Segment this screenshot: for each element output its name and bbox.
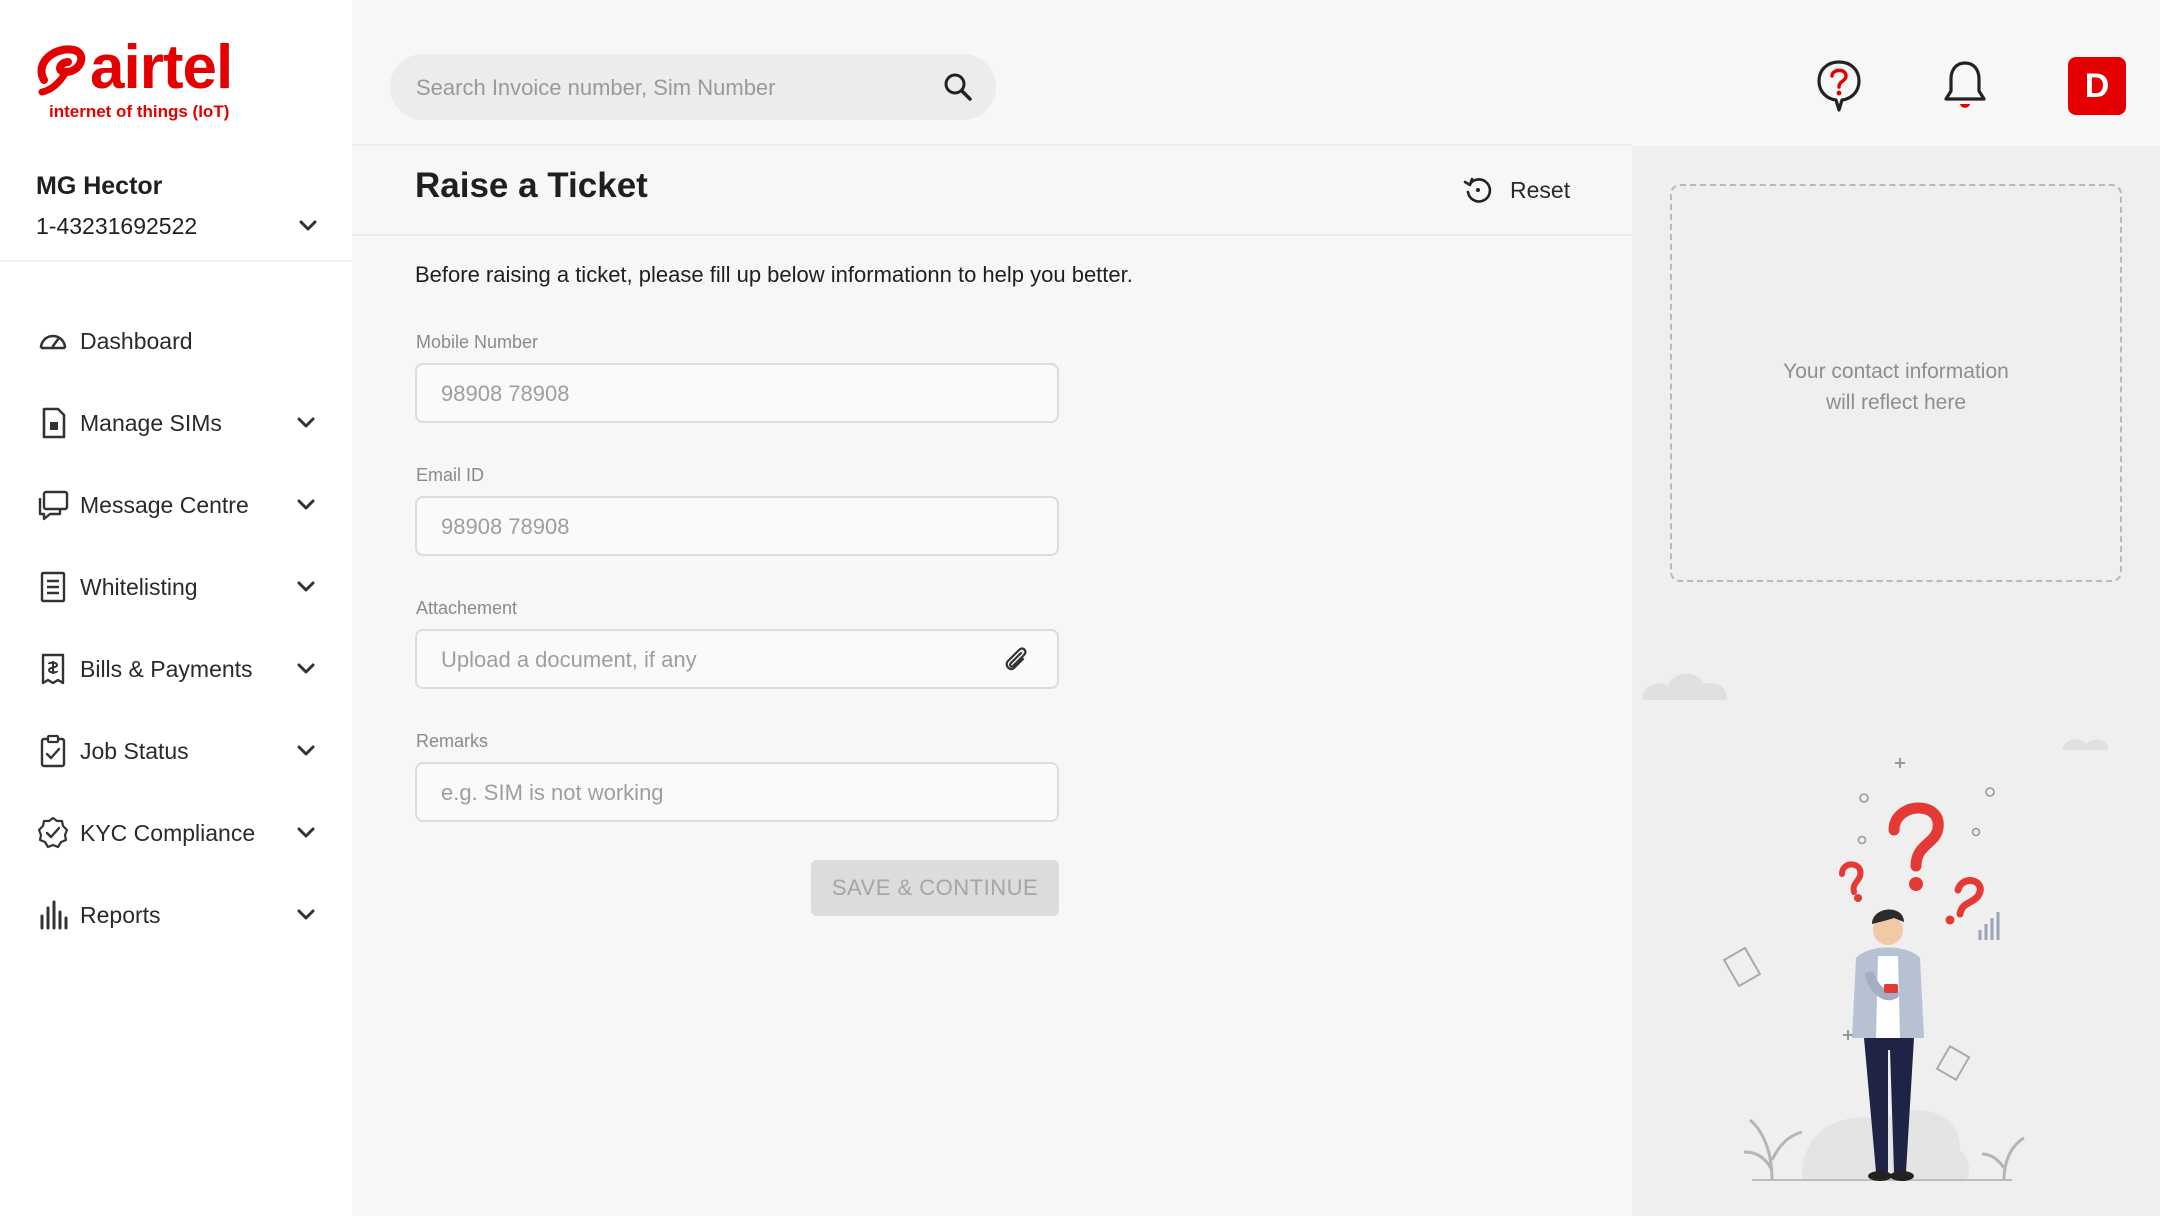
chevron-down-icon[interactable] (294, 903, 318, 927)
sidebar-item-manage-sims[interactable]: Manage SIMs (36, 382, 320, 464)
chevron-down-icon[interactable] (294, 739, 318, 763)
mobile-number-label: Mobile Number (416, 332, 539, 352)
mobile-number-input[interactable] (439, 365, 1003, 423)
message-icon (38, 490, 69, 521)
remarks-input[interactable] (439, 764, 1003, 822)
contact-info-placeholder: Your contact information will reflect he… (1670, 184, 2122, 582)
title-divider (352, 234, 1632, 236)
sidebar-item-whitelisting[interactable]: Whitelisting (36, 546, 320, 628)
clipboard-icon (40, 734, 66, 768)
remarks-field[interactable] (415, 762, 1059, 822)
sidebar-item-label: Dashboard (80, 327, 193, 354)
bill-icon (41, 653, 65, 685)
header-divider (352, 144, 1632, 146)
confused-person-illustration (1642, 673, 2109, 1181)
sidebar-item-label: KYC Compliance (80, 819, 256, 846)
sidebar-item-label: Message Centre (80, 491, 249, 518)
avatar[interactable]: D (2068, 57, 2126, 115)
reset-icon (1463, 177, 1492, 203)
sidebar-item-label: Reports (80, 901, 161, 928)
sidebar-item-label: Job Status (80, 737, 189, 764)
save-continue-button[interactable]: SAVE & CONTINUE (811, 860, 1059, 916)
sidebar-nav: Dashboard Manage SIMs Message Centre Whi… (36, 300, 320, 956)
sidebar-item-job-status[interactable]: Job Status (36, 710, 320, 792)
attachment-field[interactable] (415, 629, 1059, 689)
account-id: 1-43231692522 (36, 213, 198, 239)
contact-info-line2: will reflect here (1825, 391, 1967, 414)
help-icon[interactable] (1814, 58, 1864, 114)
sidebar-divider (0, 260, 352, 262)
contact-info-line1: Your contact information (1783, 360, 2009, 383)
sidebar-item-label: Manage SIMs (80, 409, 222, 436)
chevron-down-icon[interactable] (294, 493, 318, 517)
remarks-label: Remarks (416, 731, 489, 751)
bar-chart-icon (40, 900, 68, 930)
speedometer-icon (39, 334, 67, 350)
bell-icon[interactable] (1940, 58, 1990, 114)
account-switcher[interactable]: MG Hector 1-43231692522 (36, 172, 320, 240)
attachment-label: Attachement (416, 598, 518, 618)
sidebar-item-dashboard[interactable]: Dashboard (36, 300, 320, 382)
contact-info-text: Your contact information will reflect he… (1672, 356, 2120, 418)
brand-tagline: internet of things (IoT) (49, 102, 230, 121)
chevron-down-icon[interactable] (296, 214, 320, 238)
sidebar-item-label: Whitelisting (80, 573, 198, 600)
sidebar: airtel internet of things (IoT) MG Hecto… (0, 0, 352, 1216)
sidebar-item-bills-payments[interactable]: Bills & Payments (36, 628, 320, 710)
verified-badge-icon (37, 816, 69, 849)
chevron-down-icon[interactable] (294, 575, 318, 599)
search-bar[interactable] (390, 54, 996, 122)
reset-label: Reset (1510, 176, 1571, 203)
intro-text: Before raising a ticket, please fill up … (415, 262, 1133, 287)
airtel-swirl-icon (37, 45, 86, 96)
brand-name: airtel (90, 33, 233, 102)
paperclip-icon[interactable] (1001, 645, 1031, 675)
chevron-down-icon[interactable] (294, 657, 318, 681)
sidebar-item-message-centre[interactable]: Message Centre (36, 464, 320, 546)
sidebar-item-reports[interactable]: Reports (36, 874, 320, 956)
sidebar-item-label: Bills & Payments (80, 655, 253, 682)
mobile-number-field[interactable] (415, 363, 1059, 423)
account-name: MG Hector (36, 172, 163, 200)
sidebar-item-kyc-compliance[interactable]: KYC Compliance (36, 792, 320, 874)
search-input[interactable] (414, 54, 938, 122)
reset-button[interactable]: Reset (1462, 172, 1570, 208)
email-id-field[interactable] (415, 496, 1059, 556)
search-icon[interactable] (942, 71, 974, 103)
sim-icon (42, 407, 66, 439)
airtel-logo[interactable]: airtel internet of things (IoT) (36, 33, 246, 128)
email-id-label: Email ID (416, 465, 485, 485)
attachment-input[interactable] (439, 631, 1003, 689)
email-id-input[interactable] (439, 498, 1003, 556)
chevron-down-icon[interactable] (294, 821, 318, 845)
document-list-icon (40, 571, 66, 603)
chevron-down-icon[interactable] (294, 411, 318, 435)
page-title: Raise a Ticket (415, 166, 648, 205)
